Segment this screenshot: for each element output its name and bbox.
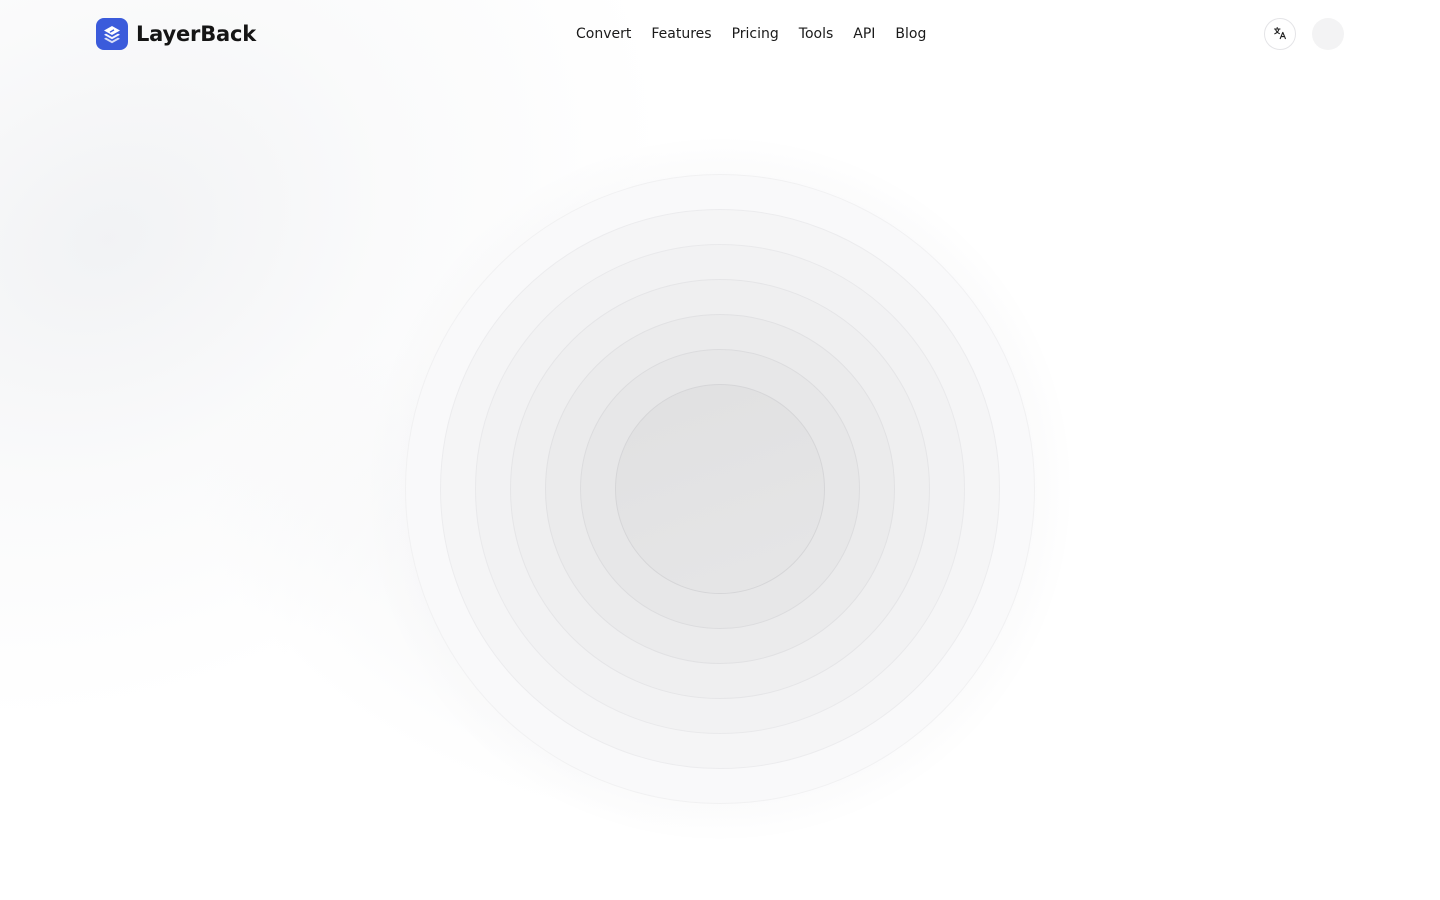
site-header: LayerBack Convert Features Pricing Tools… [0,0,1440,68]
nav-link-api[interactable]: API [853,26,875,42]
avatar[interactable] [1312,18,1344,50]
nav-link-tools[interactable]: Tools [799,26,834,42]
nav-link-convert[interactable]: Convert [576,26,631,42]
language-button[interactable] [1264,18,1296,50]
brand-name: LayerBack [136,22,256,46]
loader-ring-center [615,384,825,594]
layers-icon [96,18,128,50]
nav-link-pricing[interactable]: Pricing [732,26,779,42]
main-nav: Convert Features Pricing Tools API Blog [576,22,926,46]
translate-icon [1273,26,1287,43]
landing-page: LayerBack Convert Features Pricing Tools… [0,0,1440,900]
nav-link-blog[interactable]: Blog [895,26,926,42]
brand-home-link[interactable]: LayerBack [96,18,256,50]
nav-link-features[interactable]: Features [651,26,711,42]
